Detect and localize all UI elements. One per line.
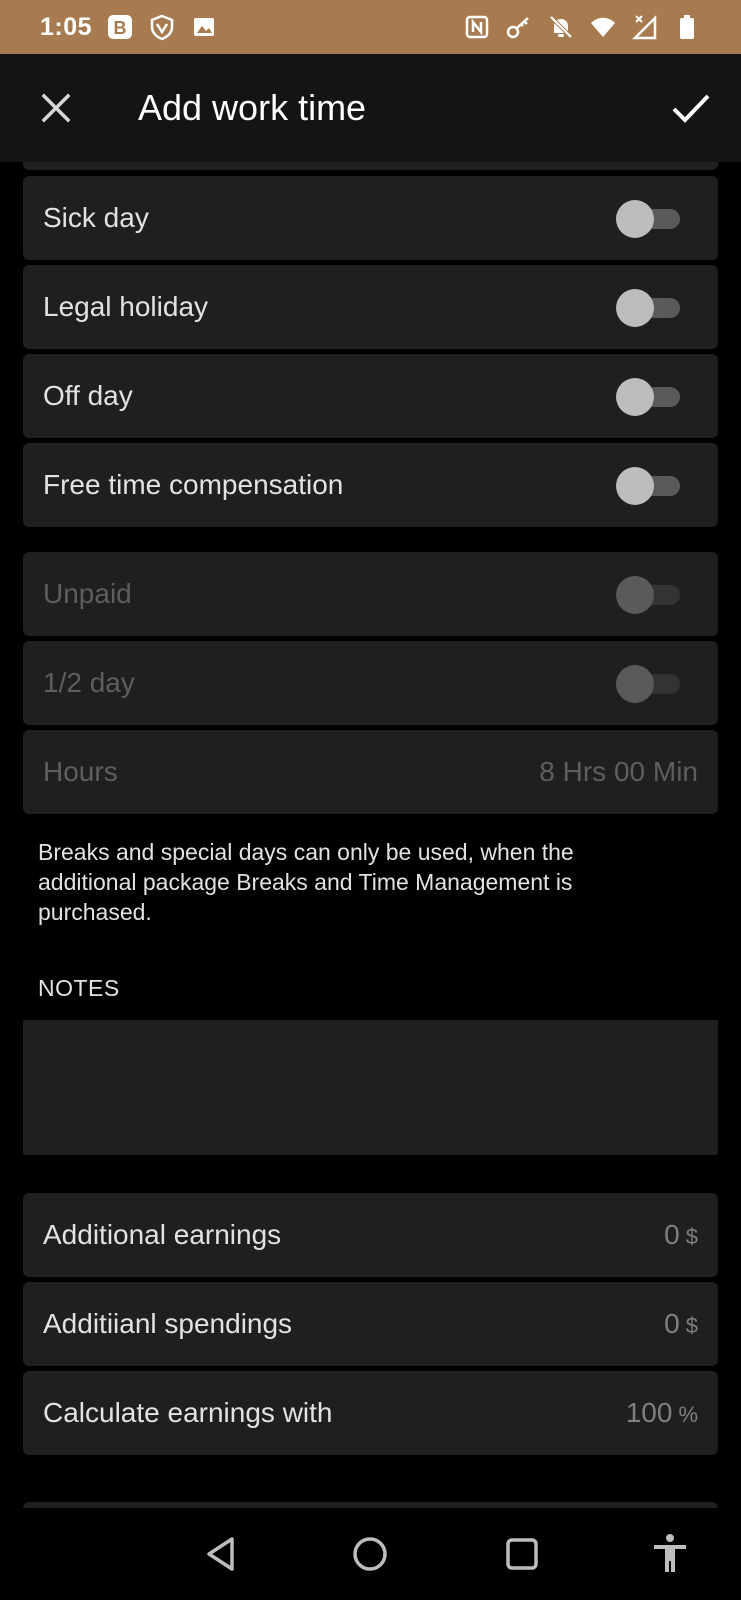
signal-icon: [631, 13, 659, 41]
previous-card-edge: [23, 162, 718, 170]
off-day-switch[interactable]: [616, 378, 680, 416]
toggle-label: Unpaid: [43, 578, 132, 609]
percent-unit: %: [678, 1402, 698, 1427]
battery-icon: [673, 13, 701, 41]
toggle-row-free-time-compensation[interactable]: Free time compensation: [23, 443, 718, 527]
half-day-switch: [616, 665, 680, 703]
page-title: Add work time: [138, 87, 367, 128]
additional-earnings-row[interactable]: Additional earnings 0 $: [23, 1193, 718, 1277]
toggle-row-unpaid: Unpaid: [23, 552, 718, 636]
calculate-earnings-value[interactable]: 100%: [626, 1397, 698, 1429]
status-bar: 1:05 B: [0, 0, 741, 54]
confirm-button[interactable]: [667, 84, 715, 132]
navigation-bar: [0, 1510, 741, 1600]
accessibility-icon: [654, 1534, 686, 1572]
recents-button[interactable]: [498, 1530, 546, 1578]
next-card-edge: [23, 1502, 718, 1508]
check-icon: [672, 94, 710, 123]
back-button[interactable]: [198, 1530, 246, 1578]
currency-unit: $: [685, 1313, 698, 1338]
row-label: Calculate earnings with: [43, 1397, 333, 1428]
notes-input[interactable]: [23, 1020, 718, 1155]
toggle-row-legal-holiday[interactable]: Legal holiday: [23, 265, 718, 349]
accessibility-button[interactable]: [646, 1530, 694, 1578]
sick-day-switch[interactable]: [616, 200, 680, 238]
toggle-label: 1/2 day: [43, 667, 135, 698]
toggle-row-half-day: 1/2 day: [23, 641, 718, 725]
legal-holiday-switch[interactable]: [616, 289, 680, 327]
unpaid-switch: [616, 576, 680, 614]
hours-label: Hours: [43, 756, 118, 787]
additional-earnings-value[interactable]: 0 $: [664, 1219, 698, 1251]
close-icon: [41, 93, 71, 123]
shield-icon: [148, 13, 176, 41]
close-button[interactable]: [34, 86, 78, 130]
info-text: Breaks and special days can only be used…: [38, 839, 574, 925]
currency-unit: $: [685, 1224, 698, 1249]
b-app-icon: B: [106, 13, 134, 41]
svg-text:B: B: [114, 18, 127, 38]
notes-header: NOTES: [38, 975, 120, 1001]
toggle-row-sick-day[interactable]: Sick day: [23, 176, 718, 260]
row-label: Additiianl spendings: [43, 1308, 293, 1339]
toggle-row-off-day[interactable]: Off day: [23, 354, 718, 438]
toggle-label: Sick day: [43, 202, 149, 233]
additional-spendings-row[interactable]: Additiianl spendings 0 $: [23, 1282, 718, 1366]
row-label: Additional earnings: [43, 1219, 282, 1250]
image-icon: [190, 13, 218, 41]
hours-row: Hours 8 Hrs 00 Min: [23, 730, 718, 814]
status-time: 1:05: [40, 12, 93, 41]
key-icon: [505, 13, 533, 41]
home-button[interactable]: [346, 1530, 394, 1578]
nfc-icon: [463, 13, 491, 41]
home-icon: [353, 1537, 387, 1571]
calculate-earnings-row[interactable]: Calculate earnings with 100%: [23, 1371, 718, 1455]
wifi-icon: [589, 13, 617, 41]
back-icon: [207, 1537, 234, 1571]
app-bar: Add work time: [0, 54, 741, 162]
free-time-compensation-switch[interactable]: [616, 467, 680, 505]
toggle-label: Off day: [43, 380, 133, 411]
toggle-label: Legal holiday: [43, 291, 209, 322]
hours-value: 8 Hrs 00 Min: [539, 756, 698, 787]
additional-spendings-value[interactable]: 0 $: [664, 1308, 698, 1340]
toggle-label: Free time compensation: [43, 469, 344, 500]
bell-off-icon: [547, 13, 575, 41]
recents-icon: [506, 1538, 538, 1570]
